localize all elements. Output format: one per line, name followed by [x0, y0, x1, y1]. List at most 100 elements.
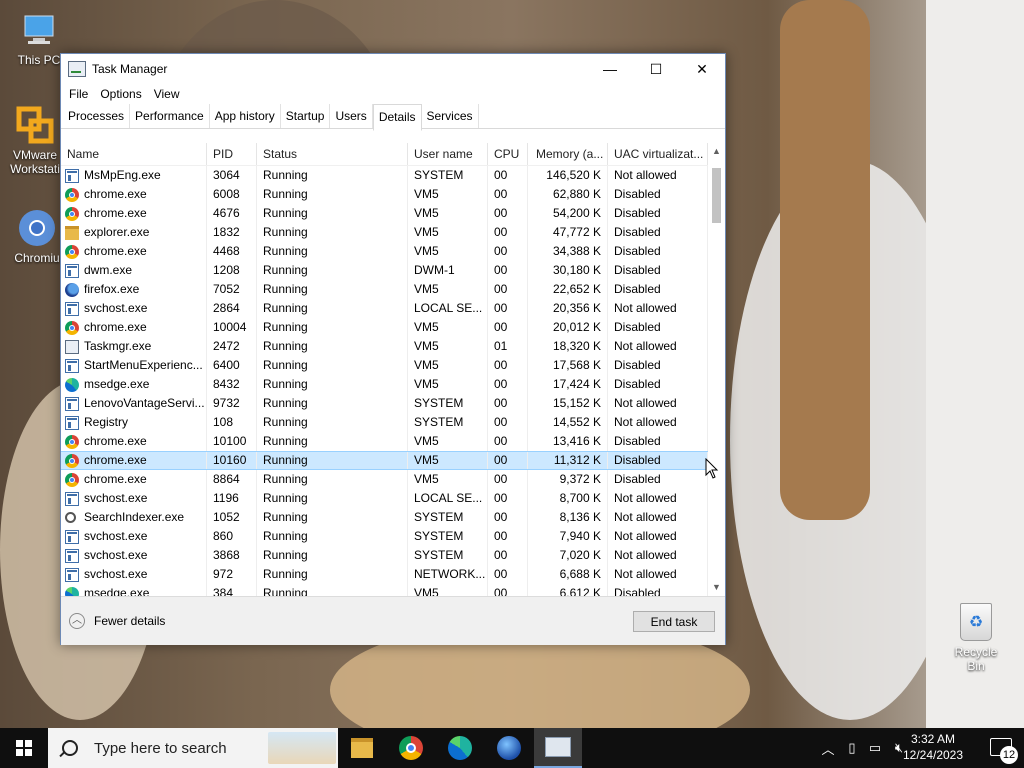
taskbar-task-manager[interactable] — [534, 728, 582, 768]
cpu-cell: 00 — [488, 508, 528, 527]
column-header-pid[interactable]: PID — [207, 143, 257, 165]
process-name: msedge.exe — [84, 586, 150, 596]
process-name: SearchIndexer.exe — [84, 510, 185, 524]
uac-cell: Disabled — [608, 452, 708, 469]
status-cell: Running — [257, 584, 408, 596]
process-name-cell: explorer.exe — [61, 223, 207, 242]
process-name: StartMenuExperienc... — [84, 358, 203, 372]
taskbar-edge[interactable] — [436, 728, 484, 768]
user-name-cell: VM5 — [408, 452, 488, 469]
table-row[interactable]: Taskmgr.exe 2472 Running VM5 01 18,320 K Not a… — [61, 337, 709, 356]
table-row[interactable]: svchost.exe 2864 Running LOCAL SE... 00 20,35… — [61, 299, 709, 318]
fewer-details-button[interactable]: ︿ Fewer details — [69, 613, 165, 629]
app-window-icon — [65, 168, 79, 183]
table-row[interactable]: chrome.exe 10160 Running VM5 00 11,312 K Disab… — [61, 451, 709, 470]
chromium-icon — [17, 208, 57, 248]
uac-cell: Not allowed — [608, 546, 708, 565]
menu-options[interactable]: Options — [94, 87, 147, 101]
table-row[interactable]: SearchIndexer.exe 1052 Running SYSTEM 00 8,13… — [61, 508, 709, 527]
table-row[interactable]: dwm.exe 1208 Running DWM-1 00 30,180 K Disable… — [61, 261, 709, 280]
browser-globe-icon — [497, 736, 521, 760]
column-header-status[interactable]: Status — [257, 143, 408, 165]
status-cell: Running — [257, 546, 408, 565]
column-header-name[interactable]: Name — [61, 143, 207, 165]
table-row[interactable]: chrome.exe 8864 Running VM5 00 9,372 K Disable… — [61, 470, 709, 489]
cpu-cell: 00 — [488, 185, 528, 204]
table-row[interactable]: firefox.exe 7052 Running VM5 00 22,652 K Disab… — [61, 280, 709, 299]
end-task-button[interactable]: End task — [633, 611, 715, 632]
search-highlight-image — [268, 732, 336, 764]
tab-startup[interactable]: Startup — [281, 104, 331, 128]
table-row[interactable]: svchost.exe 1196 Running LOCAL SE... 00 8,700… — [61, 489, 709, 508]
table-row[interactable]: chrome.exe 4676 Running VM5 00 54,200 K Disabl… — [61, 204, 709, 223]
network-icon[interactable]: ▭ — [864, 728, 886, 768]
memory-cell: 22,652 K — [528, 280, 608, 299]
minimize-button[interactable]: — — [587, 54, 633, 84]
pid-cell: 3064 — [207, 166, 257, 185]
start-button[interactable] — [0, 728, 48, 768]
taskbar-browser[interactable] — [485, 728, 533, 768]
clock[interactable]: 3:32 AM 12/24/2023 — [898, 731, 968, 763]
taskbar-chrome[interactable] — [387, 728, 435, 768]
column-header-memory[interactable]: Memory (a... — [528, 143, 608, 165]
table-row[interactable]: svchost.exe 972 Running NETWORK... 00 6,688 K… — [61, 565, 709, 584]
firefox-icon — [65, 282, 79, 297]
tab-details[interactable]: Details — [372, 104, 422, 131]
process-name: chrome.exe — [84, 244, 147, 258]
chrome-icon — [65, 434, 79, 449]
scroll-thumb[interactable] — [712, 168, 721, 223]
taskbar-file-explorer[interactable] — [338, 728, 386, 768]
pid-cell: 1832 — [207, 223, 257, 242]
menu-view[interactable]: View — [148, 87, 186, 101]
edge-icon — [448, 736, 472, 760]
column-header-user[interactable]: User name — [408, 143, 488, 165]
title-bar[interactable]: Task Manager — ☐ ✕ — [61, 54, 725, 84]
scroll-down-icon[interactable]: ▼ — [708, 579, 725, 596]
tab-services[interactable]: Services — [422, 104, 479, 128]
tablet-icon[interactable]: ▯ — [842, 728, 862, 768]
tab-app-history[interactable]: App history — [210, 104, 281, 128]
status-cell: Running — [257, 394, 408, 413]
table-row[interactable]: msedge.exe 384 Running VM5 00 6,612 K Disabled — [61, 584, 709, 596]
tab-processes[interactable]: Processes — [63, 104, 131, 128]
desktop-icon-chromium[interactable]: Chromiu — [6, 208, 68, 265]
tab-users[interactable]: Users — [330, 104, 373, 128]
table-row[interactable]: chrome.exe 10004 Running VM5 00 20,012 K Disab… — [61, 318, 709, 337]
column-header-cpu[interactable]: CPU — [488, 143, 528, 165]
process-name: chrome.exe — [84, 206, 147, 220]
table-row[interactable]: svchost.exe 3868 Running SYSTEM 00 7,020 K Not… — [61, 546, 709, 565]
vertical-scrollbar[interactable]: ▲ ▼ — [708, 143, 725, 596]
process-name: svchost.exe — [84, 529, 148, 543]
status-cell: Running — [257, 375, 408, 394]
memory-cell: 9,372 K — [528, 470, 608, 489]
pid-cell: 972 — [207, 565, 257, 584]
tab-performance[interactable]: Performance — [130, 104, 210, 128]
table-row[interactable]: LenovoVantageServi... 9732 Running SYSTEM 00… — [61, 394, 709, 413]
table-row[interactable]: MsMpEng.exe 3064 Running SYSTEM 00 146,520 KN… — [61, 166, 709, 185]
table-row[interactable]: explorer.exe 1832 Running VM5 00 47,772 K Disa… — [61, 223, 709, 242]
chevron-up-icon[interactable]: ︿ — [818, 728, 838, 768]
app-window-icon — [65, 263, 79, 278]
maximize-button[interactable]: ☐ — [633, 54, 679, 84]
uac-cell: Not allowed — [608, 489, 708, 508]
pid-cell: 10100 — [207, 432, 257, 451]
menu-file[interactable]: File — [63, 87, 94, 101]
desktop-icon-recycle-bin[interactable]: Recycle Bin — [945, 603, 1007, 673]
taskbar-search-box[interactable]: Type here to search — [48, 728, 338, 768]
table-row[interactable]: msedge.exe 8432 Running VM5 00 17,424 K Disabl… — [61, 375, 709, 394]
table-row[interactable]: chrome.exe 10100 Running VM5 00 13,416 K Disab… — [61, 432, 709, 451]
close-button[interactable]: ✕ — [679, 54, 725, 84]
table-row[interactable]: chrome.exe 6008 Running VM5 00 62,880 K Disabl… — [61, 185, 709, 204]
table-row[interactable]: svchost.exe 860 Running SYSTEM 00 7,940 K Not … — [61, 527, 709, 546]
column-header-uac[interactable]: UAC virtualizat... — [608, 143, 708, 165]
chrome-icon — [65, 320, 79, 335]
table-row[interactable]: Registry 108 Running SYSTEM 00 14,552 K Not al… — [61, 413, 709, 432]
cpu-cell: 01 — [488, 337, 528, 356]
table-row[interactable]: chrome.exe 4468 Running VM5 00 34,388 K Disabl… — [61, 242, 709, 261]
edge-icon — [65, 377, 79, 392]
scroll-up-icon[interactable]: ▲ — [708, 143, 725, 160]
cpu-cell: 00 — [488, 565, 528, 584]
user-name-cell: LOCAL SE... — [408, 489, 488, 508]
desktop-icon-vmware[interactable]: VMware Workstati — [4, 105, 66, 176]
table-row[interactable]: StartMenuExperienc... 6400 Running VM5 00 17,… — [61, 356, 709, 375]
